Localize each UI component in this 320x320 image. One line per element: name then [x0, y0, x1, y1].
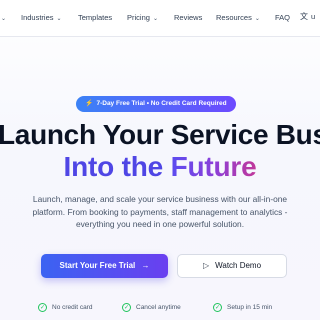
- nav-item-templates[interactable]: Templates: [78, 11, 112, 25]
- start-free-trial-button[interactable]: Start Your Free Trial →: [41, 254, 168, 278]
- nav-item-truncated-dropdown[interactable]: ⌄: [0, 11, 6, 25]
- hero-title-line1-text: Launch Your Service Business: [0, 119, 320, 150]
- watch-demo-label: Watch Demo: [215, 261, 262, 270]
- start-free-trial-label: Start Your Free Trial: [59, 261, 136, 270]
- bolt-icon: ⚡: [85, 100, 94, 107]
- hero-title-line2: Into the Future: [0, 150, 320, 184]
- check-circle-icon: ✓: [122, 302, 131, 312]
- nav-item-label: Pricing: [127, 13, 150, 22]
- language-selector[interactable]: 文u: [300, 11, 315, 22]
- nav-item-faq[interactable]: FAQ: [275, 11, 290, 25]
- hero-subtitle-line: everything you need in one powerful solu…: [75, 219, 245, 229]
- feature-label: Cancel anytime: [136, 304, 181, 311]
- free-trial-badge: ⚡ 7-Day Free Trial • No Credit Card Requi…: [76, 96, 236, 112]
- nav-item-label: Resources: [216, 13, 252, 22]
- chevron-down-icon: ⌄: [56, 16, 62, 22]
- nav-item-reviews[interactable]: Reviews: [174, 11, 202, 25]
- hero-title-line1: Launch Your Service Business: [0, 118, 320, 152]
- feature-no-credit-card: ✓ No credit card: [38, 302, 92, 314]
- hero-subtitle-line: Launch, manage, and scale your service b…: [32, 194, 288, 204]
- nav-item-label: FAQ: [275, 13, 291, 22]
- top-navigation: ⌄ Industries ⌄ Templates Pricing ⌄ Reviews…: [0, 0, 320, 37]
- chevron-down-icon: ⌄: [254, 16, 260, 22]
- translate-icon: 文: [300, 12, 308, 21]
- nav-item-industries[interactable]: Industries ⌄: [21, 11, 62, 25]
- feature-label: Setup in 15 min: [227, 304, 273, 311]
- play-icon: ▷: [202, 261, 210, 270]
- feature-label: No credit card: [52, 304, 93, 311]
- chevron-down-icon: ⌄: [1, 16, 7, 22]
- check-circle-icon: ✓: [38, 302, 47, 312]
- badge-text: 7-Day Free Trial • No Credit Card Requir…: [96, 100, 227, 107]
- hero-title-line1-container: Launch Your Service Business: [0, 118, 320, 154]
- hero-title-line2-plain: Into the: [63, 151, 171, 182]
- nav-item-pricing[interactable]: Pricing ⌄: [127, 11, 158, 25]
- check-circle-icon: ✓: [213, 302, 222, 312]
- feature-setup-time: ✓ Setup in 15 min: [213, 302, 272, 314]
- nav-item-label: Templates: [78, 13, 113, 22]
- chevron-down-icon: ⌄: [152, 16, 158, 22]
- hero-subtitle-line: platform. From booking to payments, staf…: [32, 206, 288, 217]
- nav-item-label: Reviews: [174, 13, 203, 22]
- nav-item-label: Industries: [21, 13, 54, 22]
- arrow-right-icon: →: [141, 261, 150, 270]
- hero-title-line2-accent: Future: [170, 151, 257, 182]
- nav-item-resources[interactable]: Resources ⌄: [216, 11, 260, 25]
- hero-subtitle: Launch, manage, and scale your service b…: [0, 193, 320, 231]
- language-label: u: [311, 12, 316, 21]
- feature-cancel-anytime: ✓ Cancel anytime: [122, 302, 181, 314]
- watch-demo-button[interactable]: ▷ Watch Demo: [177, 254, 287, 278]
